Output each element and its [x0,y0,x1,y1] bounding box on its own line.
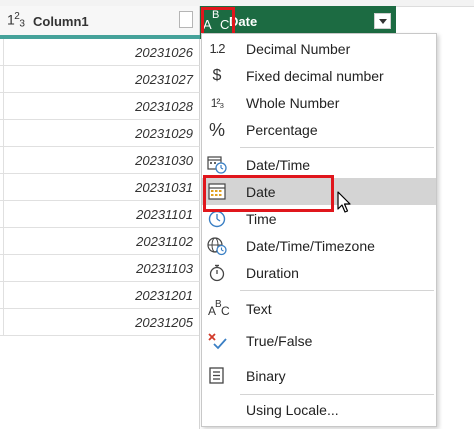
row-gutter [0,66,4,92]
data-type-menu: 1.2 Decimal Number $ Fixed decimal numbe… [201,33,437,427]
table-row[interactable]: 20231029 [0,120,200,147]
menu-item-true-false[interactable]: True/False [202,327,436,354]
table-row[interactable]: 20231027 [0,66,200,93]
whole-number-icon[interactable]: 123 [7,11,25,30]
cell-value[interactable]: 20231029 [135,126,193,141]
menu-item-label: True/False [246,333,313,349]
menu-item-label: Date/Time/Timezone [246,238,375,254]
cell-value[interactable]: 20231031 [135,180,193,195]
globe-clock-icon [206,236,228,256]
menu-item-label: Date/Time [246,157,311,173]
cell-value[interactable]: 20231027 [135,72,193,87]
currency-icon: $ [212,67,222,84]
row-gutter [0,255,4,281]
menu-item-label: Fixed decimal number [246,68,384,84]
cell-value[interactable]: 20231026 [135,45,193,60]
menu-item-label: Text [246,301,272,317]
column-header-column1[interactable]: 123 Column1 [0,6,200,35]
table-row[interactable]: 20231031 [0,174,200,201]
menu-item-label: Using Locale... [246,402,339,418]
row-gutter [0,282,4,308]
menu-item-datetime[interactable]: Date/Time [202,151,436,178]
menu-item-duration[interactable]: Duration [202,259,436,286]
filter-dropdown-button[interactable] [179,11,193,28]
binary-icon [206,366,228,386]
menu-item-label: Time [246,211,277,227]
cell-value[interactable]: 20231103 [136,261,193,276]
stopwatch-icon [206,263,228,283]
menu-separator [240,394,434,395]
whole-number-icon: 1²₃ [210,96,225,110]
decimal-number-icon: 1.2 [209,41,225,56]
row-gutter [0,174,4,200]
menu-item-datetime-timezone[interactable]: Date/Time/Timezone [202,232,436,259]
menu-item-binary[interactable]: Binary [202,362,436,389]
column-title: Column1 [33,14,89,29]
mouse-cursor-icon [337,191,351,213]
row-gutter [0,39,4,65]
table-row[interactable]: 20231102 [0,228,200,255]
menu-item-text[interactable]: ABC Text [202,293,436,320]
menu-item-label: Duration [246,265,299,281]
row-gutter [0,201,4,227]
menu-item-fixed-decimal[interactable]: $ Fixed decimal number [202,62,436,89]
empty-grid-area [0,324,200,429]
cell-value[interactable]: 20231101 [136,207,193,222]
menu-item-percentage[interactable]: % Percentage [202,116,436,143]
menu-separator [240,147,434,148]
cell-value[interactable]: 20231102 [136,234,193,249]
menu-item-whole-number[interactable]: 1²₃ Whole Number [202,89,436,116]
menu-item-label: Decimal Number [246,41,351,57]
row-gutter [0,228,4,254]
table-row[interactable]: 20231101 [0,201,200,228]
chevron-down-icon[interactable] [374,13,391,29]
percent-icon: % [208,120,225,140]
table-row[interactable]: 20231026 [0,39,200,66]
cell-value[interactable]: 20231201 [135,288,193,303]
text-abc-icon: ABC [208,299,230,318]
menu-item-using-locale[interactable]: Using Locale... [202,396,436,423]
row-gutter [0,120,4,146]
cell-value[interactable]: 20231030 [135,153,193,168]
table-row[interactable]: 20231103 [0,255,200,282]
clock-icon [206,209,228,229]
row-gutter [0,147,4,173]
table-row[interactable]: 20231201 [0,282,200,309]
cell-value[interactable]: 20231028 [135,99,193,114]
menu-separator [240,290,434,291]
menu-item-label: Percentage [246,122,318,138]
true-false-icon [206,331,228,351]
date-option-highlight [203,175,334,212]
row-gutter [0,93,4,119]
menu-item-label: Binary [246,368,286,384]
menu-item-label: Whole Number [246,95,340,111]
menu-item-decimal-number[interactable]: 1.2 Decimal Number [202,35,436,62]
table-row[interactable]: 20231030 [0,147,200,174]
datetime-icon [206,155,228,175]
column1-rows: 20231026 20231027 20231028 20231029 20231030… [0,39,200,336]
table-row[interactable]: 20231028 [0,93,200,120]
